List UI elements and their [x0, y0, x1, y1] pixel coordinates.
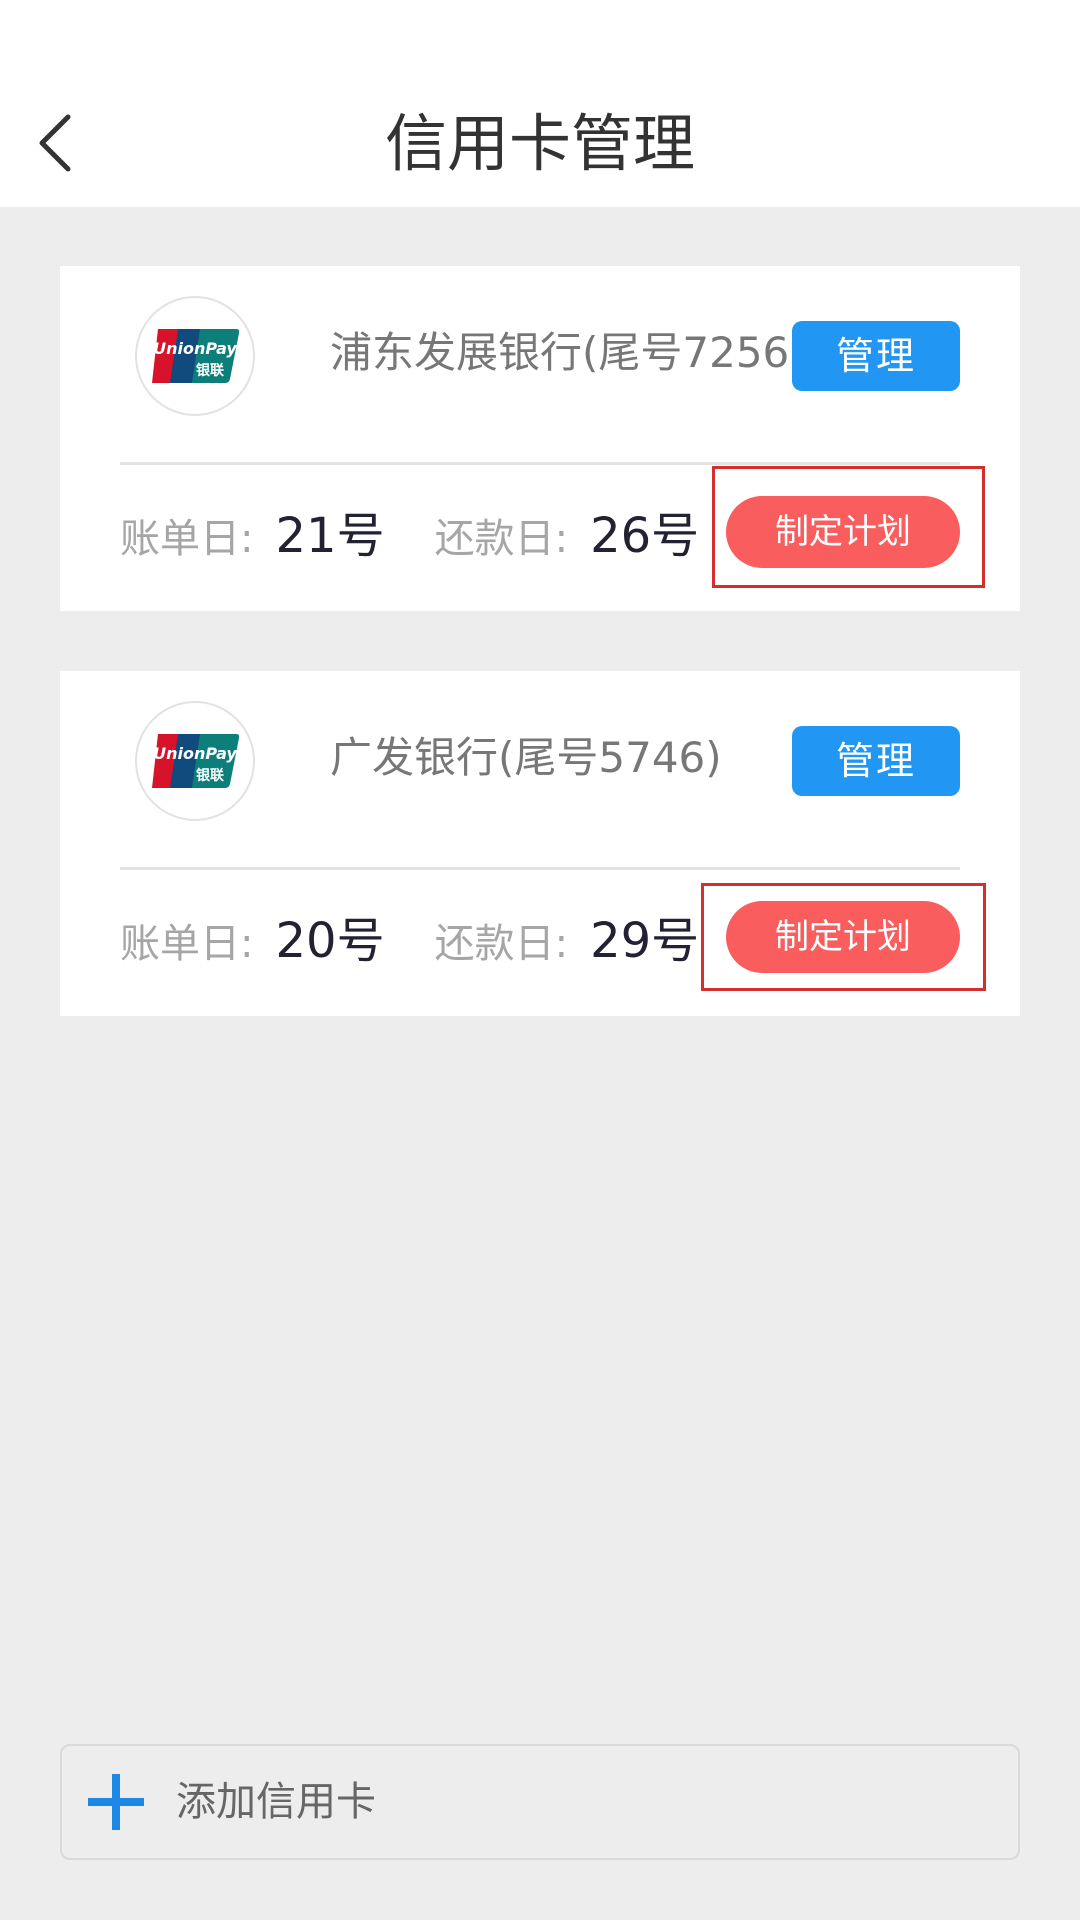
unionpay-logo: UnionPay 银联	[135, 296, 255, 416]
bill-day-label: 账单日:	[120, 921, 254, 967]
bank-name: 浦东发展银行(尾号7256)	[330, 328, 806, 377]
manage-button[interactable]: 管理	[792, 321, 960, 391]
divider	[120, 462, 960, 465]
divider	[120, 867, 960, 870]
repay-day-value: 26号	[590, 508, 700, 564]
manage-button[interactable]: 管理	[792, 726, 960, 796]
credit-card-item: UnionPay 银联 浦东发展银行(尾号7256) 管理 账单日: 21号 还…	[60, 266, 1020, 611]
bill-day-value: 20号	[275, 913, 385, 969]
page-title: 信用卡管理	[384, 107, 695, 180]
make-plan-button[interactable]: 制定计划	[726, 901, 960, 973]
bank-name: 广发银行(尾号5746)	[330, 733, 722, 782]
svg-text:UnionPay: UnionPay	[153, 339, 237, 358]
add-credit-card-label: 添加信用卡	[176, 1779, 376, 1825]
unionpay-logo: UnionPay 银联	[135, 701, 255, 821]
card-header: UnionPay 银联 浦东发展银行(尾号7256) 管理	[60, 266, 1020, 466]
add-credit-card-button[interactable]: 添加信用卡	[60, 1744, 1020, 1860]
plus-icon	[88, 1774, 144, 1830]
card-header: UnionPay 银联 广发银行(尾号5746) 管理	[60, 671, 1020, 871]
card-dates: 账单日: 20号 还款日: 29号	[120, 901, 699, 971]
repay-day-label: 还款日:	[434, 516, 569, 562]
svg-text:银联: 银联	[196, 362, 225, 379]
make-plan-button[interactable]: 制定计划	[726, 496, 960, 568]
bill-day-value: 21号	[275, 508, 385, 564]
repay-day-value: 29号	[590, 913, 700, 969]
top-bar: 信用卡管理	[0, 0, 1080, 207]
bill-day-label: 账单日:	[120, 516, 254, 562]
svg-text:银联: 银联	[196, 767, 225, 784]
credit-card-item: UnionPay 银联 广发银行(尾号5746) 管理 账单日: 20号 还款日…	[60, 671, 1020, 1016]
svg-text:UnionPay: UnionPay	[153, 744, 237, 763]
repay-day-label: 还款日:	[434, 921, 569, 967]
card-dates: 账单日: 21号 还款日: 26号	[120, 496, 699, 566]
